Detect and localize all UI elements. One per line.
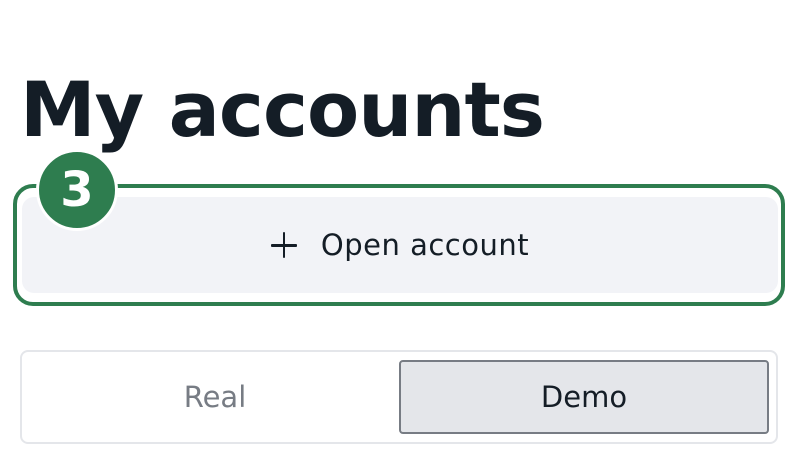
toggle-option-demo[interactable]: Demo (399, 360, 769, 434)
toggle-option-real[interactable]: Real (30, 360, 400, 434)
open-account-button[interactable]: Open account (22, 197, 778, 293)
account-type-toggle: Real Demo (20, 350, 778, 444)
plus-icon (270, 232, 297, 258)
open-account-label: Open account (320, 228, 530, 262)
page-title: My accounts (20, 65, 545, 154)
step-badge: 3 (36, 149, 118, 231)
